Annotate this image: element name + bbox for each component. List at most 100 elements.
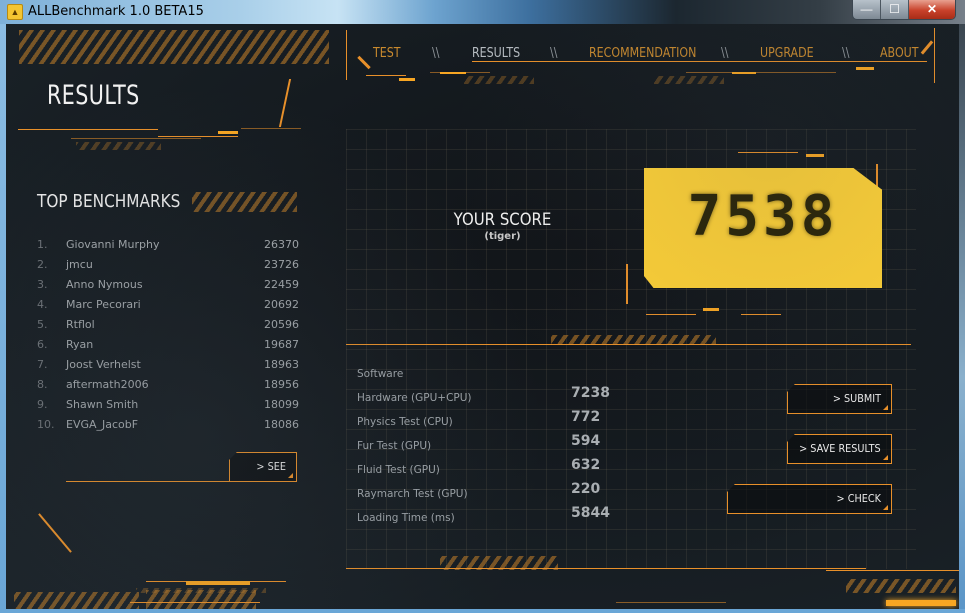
leaderboard-name: Marc Pecorari — [66, 298, 141, 311]
leaderboard-name: jmcu — [66, 258, 93, 271]
decor-block — [732, 72, 756, 74]
benchmark-app-icon: ▲ — [7, 4, 23, 20]
leaderboard-row: 1. Giovanni Murphy 26370 — [37, 238, 299, 258]
tab-about[interactable]: ABOUT — [880, 46, 918, 61]
check-recommendations-button[interactable]: > CHECK RECOMMENDATIONS — [727, 484, 892, 514]
hatch-decoration — [76, 142, 161, 150]
nav-separator: \\ — [842, 46, 850, 61]
score-value: 7538 — [687, 184, 839, 249]
result-label: Hardware (GPU+CPU) — [357, 392, 472, 404]
minimize-button[interactable]: — — [853, 0, 881, 19]
submit-results-button[interactable]: > SUBMIT RESULTS — [787, 384, 892, 414]
save-results-button[interactable]: > SAVE RESULTS — [787, 434, 892, 464]
decor-line — [366, 75, 406, 76]
hatch-decoration — [14, 592, 139, 609]
result-value: 632 — [571, 457, 601, 473]
leaderboard-name: Joost Verhelst — [66, 358, 141, 371]
decor-block — [186, 581, 250, 585]
tab-upgrade[interactable]: UPGRADE — [760, 46, 814, 61]
tab-recommendation[interactable]: RECOMMENDATION — [589, 46, 696, 61]
leaderboard-row: 8. aftermath2006 18956 — [37, 378, 299, 398]
leaderboard-name: EVGA_JacobF — [66, 418, 139, 431]
leaderboard-row: 4. Marc Pecorari 20692 — [37, 298, 299, 318]
app-client-area: RESULTS TEST \\ RESULTS \\ RECOMMENDATIO… — [6, 24, 959, 609]
result-value: 772 — [571, 409, 601, 425]
leaderboard-rank: 3. — [37, 278, 48, 291]
leaderboard-score: 19687 — [264, 338, 299, 351]
decor-line — [130, 602, 260, 603]
leaderboard-rank: 4. — [37, 298, 48, 311]
page-title: RESULTS — [47, 80, 140, 111]
decor-line — [738, 152, 798, 153]
leaderboard-score: 18086 — [264, 418, 299, 431]
leaderboard-row: 10. EVGA_JacobF 18086 — [37, 418, 299, 438]
decor-block — [856, 67, 874, 70]
leaderboard-score: 26370 — [264, 238, 299, 251]
nav-separator: \\ — [550, 46, 558, 61]
window-border-right — [959, 24, 965, 613]
decor-line — [38, 513, 72, 553]
leaderboard-rank: 1. — [37, 238, 48, 251]
leaderboard-name: Anno Nymous — [66, 278, 143, 291]
leaderboard-list: 1. Giovanni Murphy 26370 2. jmcu 23726 3. Anno … — [37, 238, 299, 438]
result-label: Loading Time (ms) — [357, 512, 455, 524]
decor-block — [806, 154, 824, 157]
tab-test[interactable]: TEST — [373, 46, 401, 61]
your-score-label: YOUR SCORE — [453, 210, 552, 230]
close-button[interactable]: ✕ — [909, 0, 955, 19]
maximize-button[interactable]: ☐ — [881, 0, 909, 19]
decor-line — [71, 138, 201, 139]
leaderboard-score: 18099 — [264, 398, 299, 411]
score-profile: (tiger) — [484, 231, 521, 242]
decor-block — [886, 600, 956, 606]
decor-block — [703, 308, 719, 311]
result-label: Fluid Test (GPU) — [357, 464, 440, 476]
hatch-decoration — [846, 579, 956, 593]
leaderboard-score: 18956 — [264, 378, 299, 391]
window-title: ALLBenchmark 1.0 BETA15 — [28, 4, 204, 19]
leaderboard-rank: 10. — [37, 418, 55, 431]
decor-line — [18, 129, 158, 130]
decor-line — [741, 314, 781, 315]
top-benchmarks-title: TOP BENCHMARKS — [37, 191, 181, 212]
decor-block — [399, 78, 415, 81]
result-row: Loading Time (ms) 5844 — [357, 505, 617, 532]
leaderboard-score: 22459 — [264, 278, 299, 291]
leaderboard-name: Ryan — [66, 338, 94, 351]
result-value: 594 — [571, 433, 601, 449]
window-border-bottom — [0, 609, 965, 613]
leaderboard-score: 20692 — [264, 298, 299, 311]
tab-results[interactable]: RESULTS — [472, 46, 520, 61]
leaderboard-row: 7. Joost Verhelst 18963 — [37, 358, 299, 378]
result-label: Fur Test (GPU) — [357, 440, 432, 452]
decor-line — [241, 128, 301, 129]
leaderboard-rank: 5. — [37, 318, 48, 331]
decor-line — [826, 570, 959, 571]
decor-block — [218, 131, 238, 134]
see-all-button[interactable]: > SEE ALL — [229, 452, 297, 482]
save-results-label: > SAVE RESULTS — [799, 442, 881, 455]
leaderboard-row: 9. Shawn Smith 18099 — [37, 398, 299, 418]
decor-line — [278, 79, 292, 127]
decor-line — [346, 568, 866, 569]
leaderboard-name: Shawn Smith — [66, 398, 139, 411]
leaderboard-row: 5. Rtflol 20596 — [37, 318, 299, 338]
leaderboard-rank: 9. — [37, 398, 48, 411]
leaderboard-rank: 8. — [37, 378, 48, 391]
leaderboard-name: aftermath2006 — [66, 378, 149, 391]
leaderboard-row: 6. Ryan 19687 — [37, 338, 299, 358]
decor-line — [626, 264, 628, 304]
decor-line — [686, 72, 836, 73]
decor-line — [616, 602, 726, 603]
leaderboard-score: 20596 — [264, 318, 299, 331]
main-nav: TEST \\ RESULTS \\ RECOMMENDATION \\ UPG… — [6, 46, 959, 66]
window-titlebar: ▲ ALLBenchmark 1.0 BETA15 — ☐ ✕ — [0, 0, 965, 24]
hatch-decoration — [136, 588, 266, 593]
hatch-decoration — [551, 335, 716, 344]
hatch-decoration — [192, 192, 297, 212]
result-label: Raymarch Test (GPU) — [357, 488, 468, 500]
leaderboard-name: Rtflol — [66, 318, 95, 331]
hatch-decoration — [654, 76, 724, 84]
result-value: 220 — [571, 481, 601, 497]
decor-line — [158, 136, 238, 137]
